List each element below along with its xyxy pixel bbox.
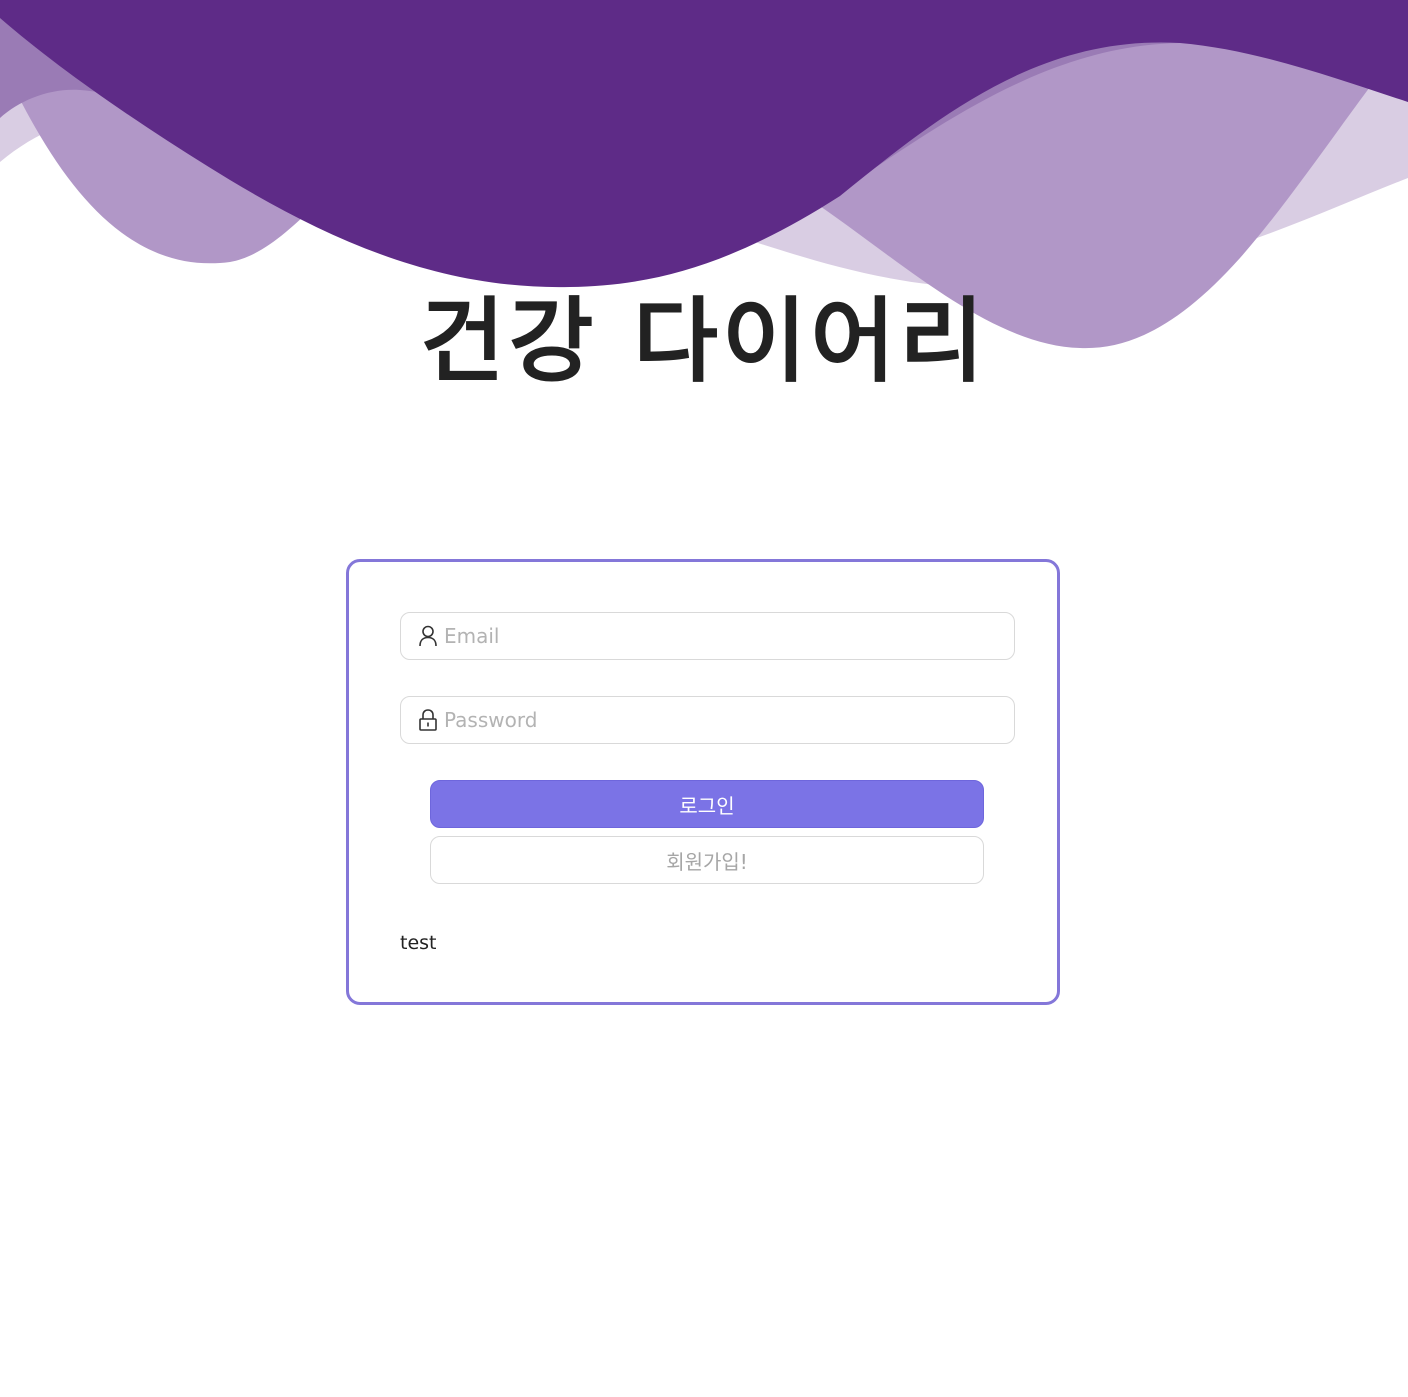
status-text: test <box>400 932 437 954</box>
app-title: 건강 다이어리 <box>420 288 988 395</box>
login-form-card: 로그인 회원가입! test <box>346 559 1060 1005</box>
user-icon <box>418 625 438 647</box>
password-field[interactable] <box>400 696 1015 744</box>
lock-icon <box>418 709 438 731</box>
login-button[interactable]: 로그인 <box>430 780 984 828</box>
email-input[interactable] <box>444 616 1014 656</box>
password-input[interactable] <box>444 700 1014 740</box>
signup-button[interactable]: 회원가입! <box>430 836 984 884</box>
login-page: 건강 다이어리 로그인 회원가입! test <box>0 0 1408 1397</box>
email-field[interactable] <box>400 612 1015 660</box>
